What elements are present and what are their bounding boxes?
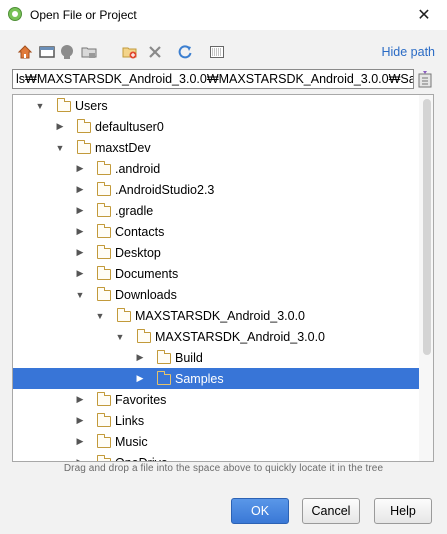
- tree-row-label: .android: [115, 161, 161, 176]
- tree-row[interactable]: ▶ Documents: [13, 263, 419, 284]
- folder-icon: [116, 308, 131, 322]
- tree-row[interactable]: ▶ OneDrive: [13, 452, 419, 462]
- folder-icon: [76, 119, 91, 133]
- tree-row[interactable]: ▶ Music: [13, 431, 419, 452]
- show-hidden-icon[interactable]: [208, 43, 226, 61]
- expand-arrow-icon[interactable]: ▶: [75, 226, 85, 237]
- tree-row-label: .gradle: [115, 203, 154, 218]
- path-history-icon[interactable]: [418, 70, 432, 88]
- folder-icon: [96, 392, 111, 406]
- tree-row-label: Users: [75, 98, 108, 113]
- tree-row[interactable]: ▶ .gradle: [13, 200, 419, 221]
- folder-icon: [96, 203, 111, 217]
- tree-row[interactable]: ▶ Favorites: [13, 389, 419, 410]
- tree-row-label: .AndroidStudio2.3: [115, 182, 215, 197]
- tree-row-label: MAXSTARSDK_Android_3.0.0: [135, 308, 305, 323]
- folder-icon: [96, 245, 111, 259]
- tree-row[interactable]: ▼ Users: [13, 95, 419, 116]
- tree-row-label: Build: [175, 350, 203, 365]
- tree-row[interactable]: ▶ .android: [13, 158, 419, 179]
- tree-row[interactable]: ▶ defaultuser0: [13, 116, 419, 137]
- tree-row[interactable]: ▶ .AndroidStudio2.3: [13, 179, 419, 200]
- expand-arrow-icon[interactable]: ▶: [135, 352, 145, 363]
- collapse-arrow-icon[interactable]: ▼: [95, 311, 105, 321]
- tree-row-label: Documents: [115, 266, 179, 281]
- tree-row[interactable]: ▼ maxstDev: [13, 137, 419, 158]
- window-title: Open File or Project: [30, 8, 137, 22]
- folder-icon: [136, 329, 151, 343]
- delete-icon[interactable]: [146, 43, 164, 61]
- expand-arrow-icon[interactable]: ▶: [75, 457, 85, 461]
- file-tree[interactable]: ▼ Users ▶ defaultuser0 ▼ maxstDev ▶ .android ▶ .A…: [12, 94, 434, 462]
- folder-icon: [156, 350, 171, 364]
- title-bar: Open File or Project ✕: [0, 0, 447, 30]
- tree-row[interactable]: ▶ Build: [13, 347, 419, 368]
- tree-row-label: OneDrive: [115, 456, 168, 462]
- expand-arrow-icon[interactable]: ▶: [75, 205, 85, 216]
- expand-arrow-icon[interactable]: ▶: [75, 415, 85, 426]
- tree-row-label: defaultuser0: [95, 119, 164, 134]
- folder-icon: [96, 266, 111, 280]
- folder-icon: [96, 455, 111, 461]
- tree-row-label: Music: [115, 434, 148, 449]
- collapse-arrow-icon[interactable]: ▼: [55, 143, 65, 153]
- folder-icon: [96, 413, 111, 427]
- expand-arrow-icon[interactable]: ▶: [55, 121, 65, 132]
- desktop-icon[interactable]: [38, 43, 56, 61]
- project-icon[interactable]: [58, 43, 76, 61]
- close-button[interactable]: ✕: [401, 0, 447, 30]
- tree-scrollbar[interactable]: [419, 95, 433, 461]
- tree-row[interactable]: ▶ Desktop: [13, 242, 419, 263]
- tree-row-label: Links: [115, 413, 145, 428]
- folder-icon: [56, 98, 71, 112]
- module-icon[interactable]: [80, 43, 98, 61]
- tree-row-label: Samples: [175, 371, 224, 386]
- tree-row-label: maxstDev: [95, 140, 151, 155]
- folder-icon: [96, 161, 111, 175]
- folder-icon: [156, 371, 171, 385]
- android-studio-icon: [8, 7, 22, 21]
- folder-icon: [76, 140, 91, 154]
- expand-arrow-icon[interactable]: ▶: [75, 436, 85, 447]
- folder-icon: [96, 182, 111, 196]
- expand-arrow-icon[interactable]: ▶: [75, 163, 85, 174]
- expand-arrow-icon[interactable]: ▶: [75, 247, 85, 258]
- tree-row-label: Favorites: [115, 392, 167, 407]
- help-button[interactable]: Help: [374, 498, 432, 524]
- tree-row-label: MAXSTARSDK_Android_3.0.0: [155, 329, 325, 344]
- folder-icon: [96, 287, 111, 301]
- expand-arrow-icon[interactable]: ▶: [135, 373, 145, 384]
- tree-row[interactable]: ▼ MAXSTARSDK_Android_3.0.0: [13, 326, 419, 347]
- tree-row-label: Downloads: [115, 287, 177, 302]
- refresh-icon[interactable]: [176, 43, 194, 61]
- ok-button[interactable]: OK: [231, 498, 289, 524]
- expand-arrow-icon[interactable]: ▶: [75, 184, 85, 195]
- scrollbar-thumb[interactable]: [423, 99, 431, 355]
- tree-row-label: Contacts: [115, 224, 165, 239]
- collapse-arrow-icon[interactable]: ▼: [35, 101, 45, 111]
- tree-row-label: Desktop: [115, 245, 161, 260]
- hide-path-link[interactable]: Hide path: [381, 45, 435, 59]
- collapse-arrow-icon[interactable]: ▼: [115, 332, 125, 342]
- folder-icon: [96, 224, 111, 238]
- path-input[interactable]: ls₩MAXSTARSDK_Android_3.0.0₩MAXSTARSDK_A…: [12, 69, 414, 89]
- cancel-button[interactable]: Cancel: [302, 498, 360, 524]
- drag-drop-hint: Drag and drop a file into the space abov…: [63, 463, 384, 474]
- tree-row[interactable]: ▼ MAXSTARSDK_Android_3.0.0: [13, 305, 419, 326]
- new-folder-icon[interactable]: [121, 43, 139, 61]
- tree-row[interactable]: ▶ Links: [13, 410, 419, 431]
- folder-icon: [96, 434, 111, 448]
- tree-row[interactable]: ▶ Samples: [13, 368, 419, 389]
- expand-arrow-icon[interactable]: ▶: [75, 394, 85, 405]
- collapse-arrow-icon[interactable]: ▼: [75, 290, 85, 300]
- tree-row[interactable]: ▼ Downloads: [13, 284, 419, 305]
- home-icon[interactable]: [16, 43, 34, 61]
- toolbar: [0, 40, 447, 64]
- expand-arrow-icon[interactable]: ▶: [75, 268, 85, 279]
- tree-row[interactable]: ▶ Contacts: [13, 221, 419, 242]
